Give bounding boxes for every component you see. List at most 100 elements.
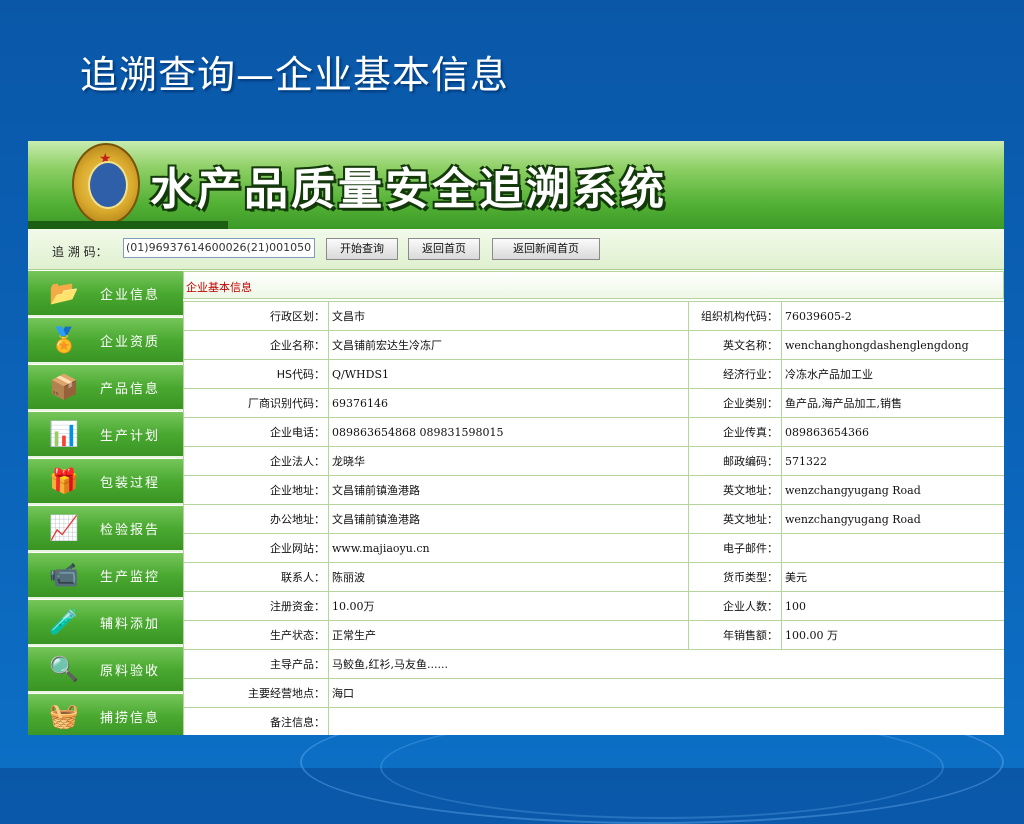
field-label: 英文地址： [688, 475, 782, 505]
folder-icon: 📂 [49, 279, 79, 307]
field-label: 主导产品： [183, 649, 329, 679]
table-row: 厂商识别代码： 69376146 企业类别： 鱼产品,海产品加工,销售 [183, 388, 1004, 418]
sidebar-item-production-monitor[interactable]: 📹 生产监控 [28, 553, 183, 599]
field-label: 英文名称： [688, 330, 782, 360]
field-value: 美元 [781, 562, 1004, 592]
field-label: HS代码： [183, 359, 329, 389]
sidebar-item-material-check[interactable]: 🔍 原料验收 [28, 647, 183, 693]
field-label: 生产状态： [183, 620, 329, 650]
package-icon: 🎁 [49, 467, 79, 495]
field-label: 企业网站： [183, 533, 329, 563]
sidebar-item-inspection-report[interactable]: 📈 检验报告 [28, 506, 183, 552]
system-title: 水产品质量安全追溯系统 [150, 164, 667, 215]
sidebar-item-fishing-info[interactable]: 🧺 捕捞信息 [28, 694, 183, 735]
sidebar-item-qualification[interactable]: 🏅 企业资质 [28, 318, 183, 364]
field-value: Q/WHDS1 [328, 359, 689, 389]
field-value: 10.00万 [328, 591, 689, 621]
trace-search-bar: 追 溯 码： (01)96937614600026(21)001050 开始查询… [28, 229, 1004, 270]
field-value [328, 707, 1004, 735]
table-row: 主导产品： 马鲛鱼,红衫,马友鱼...... [183, 649, 1004, 679]
field-value: 龙晓华 [328, 446, 689, 476]
table-row: 企业法人： 龙晓华 邮政编码： 571322 [183, 446, 1004, 476]
table-row: 注册资金： 10.00万 企业人数： 100 [183, 591, 1004, 621]
sidebar-item-label: 检验报告 [100, 523, 161, 538]
field-label: 企业类别： [688, 388, 782, 418]
table-row: 行政区划： 文昌市 组织机构代码： 76039605-2 [183, 301, 1004, 331]
sidebar-item-label: 企业资质 [100, 335, 161, 350]
field-value: wenchanghongdashenglengdong [781, 330, 1004, 360]
company-info-table: 行政区划： 文昌市 组织机构代码： 76039605-2 企业名称： 文昌铺前宏… [183, 301, 1004, 735]
sidebar-menu: 📂 企业信息 🏅 企业资质 📦 产品信息 📊 生产计划 🎁 包装过程 📈 检验报… [28, 271, 183, 735]
app-banner: ★ 水产品质量安全追溯系统 [28, 141, 1004, 229]
sidebar-item-label: 企业信息 [100, 288, 161, 303]
field-value: wenzchangyugang Road [781, 475, 1004, 505]
field-label: 厂商识别代码： [183, 388, 329, 418]
back-news-home-button[interactable]: 返回新闻首页 [492, 238, 600, 260]
table-row: 企业网站： www.majiaoyu.cn 电子邮件： [183, 533, 1004, 563]
bar-chart-icon: 📊 [49, 420, 79, 448]
back-home-button[interactable]: 返回首页 [408, 238, 480, 260]
field-label: 企业地址： [183, 475, 329, 505]
table-row: 生产状态： 正常生产 年销售额： 100.00 万 [183, 620, 1004, 650]
table-row: 企业电话： 089863654868 089831598015 企业传真： 08… [183, 417, 1004, 447]
field-value: 鱼产品,海产品加工,销售 [781, 388, 1004, 418]
field-value: 马鲛鱼,红衫,马友鱼...... [328, 649, 1004, 679]
field-value: 文昌铺前宏达生冷冻厂 [328, 330, 689, 360]
table-row: 企业地址： 文昌铺前镇渔港路 英文地址： wenzchangyugang Roa… [183, 475, 1004, 505]
field-label: 年销售额： [688, 620, 782, 650]
field-value: 海口 [328, 678, 1004, 708]
table-row: 办公地址： 文昌铺前镇渔港路 英文地址： wenzchangyugang Roa… [183, 504, 1004, 534]
sidebar-item-additives[interactable]: 🧪 辅料添加 [28, 600, 183, 646]
field-label: 主要经营地点： [183, 678, 329, 708]
field-label: 企业法人： [183, 446, 329, 476]
field-value: 089863654868 089831598015 [328, 417, 689, 447]
field-label: 经济行业： [688, 359, 782, 389]
national-emblem-icon: ★ [72, 143, 140, 225]
basket-icon: 🧺 [49, 702, 79, 730]
field-label: 联系人： [183, 562, 329, 592]
magnifier-icon: 🔍 [49, 655, 79, 683]
sidebar-item-label: 产品信息 [100, 382, 161, 397]
sidebar-item-packaging[interactable]: 🎁 包装过程 [28, 459, 183, 505]
trace-code-label: 追 溯 码： [52, 245, 108, 259]
field-value: wenzchangyugang Road [781, 504, 1004, 534]
start-query-button[interactable]: 开始查询 [326, 238, 398, 260]
field-value: 文昌市 [328, 301, 689, 331]
field-label: 注册资金： [183, 591, 329, 621]
field-value: www.majiaoyu.cn [328, 533, 689, 563]
field-label: 英文地址： [688, 504, 782, 534]
sidebar-item-label: 生产监控 [100, 570, 161, 585]
sidebar-item-label: 包装过程 [100, 476, 161, 491]
field-value: 089863654366 [781, 417, 1004, 447]
emblem-shield [88, 161, 128, 209]
company-info-panel: 企业基本信息 行政区划： 文昌市 组织机构代码： 76039605-2 企业名称… [183, 271, 1004, 735]
field-label: 邮政编码： [688, 446, 782, 476]
report-icon: 📈 [49, 514, 79, 542]
field-label: 企业名称： [183, 330, 329, 360]
field-label: 电子邮件： [688, 533, 782, 563]
table-row: HS代码： Q/WHDS1 经济行业： 冷冻水产品加工业 [183, 359, 1004, 389]
sidebar-item-company-info[interactable]: 📂 企业信息 [28, 271, 183, 317]
field-label: 企业电话： [183, 417, 329, 447]
banner-divider [28, 221, 228, 229]
field-label: 备注信息： [183, 707, 329, 735]
field-label: 货币类型： [688, 562, 782, 592]
slide-title: 追溯查询—企业基本信息 [80, 53, 510, 97]
sidebar-item-production-plan[interactable]: 📊 生产计划 [28, 412, 183, 458]
sidebar-item-product-info[interactable]: 📦 产品信息 [28, 365, 183, 411]
table-row: 主要经营地点： 海口 [183, 678, 1004, 708]
field-value: 100.00 万 [781, 620, 1004, 650]
section-title: 企业基本信息 [186, 281, 252, 294]
field-value: 571322 [781, 446, 1004, 476]
medal-icon: 🏅 [49, 326, 79, 354]
sidebar-item-label: 原料验收 [100, 664, 161, 679]
field-value: 100 [781, 591, 1004, 621]
app-screenshot: ★ 水产品质量安全追溯系统 追 溯 码： (01)96937614600026(… [28, 141, 1004, 735]
field-value: 文昌铺前镇渔港路 [328, 475, 689, 505]
field-value: 陈丽波 [328, 562, 689, 592]
trace-code-input[interactable]: (01)96937614600026(21)001050 [123, 238, 315, 258]
sidebar-item-label: 捕捞信息 [100, 711, 161, 726]
sidebar-item-label: 生产计划 [100, 429, 161, 444]
table-row: 联系人： 陈丽波 货币类型： 美元 [183, 562, 1004, 592]
field-label: 行政区划： [183, 301, 329, 331]
